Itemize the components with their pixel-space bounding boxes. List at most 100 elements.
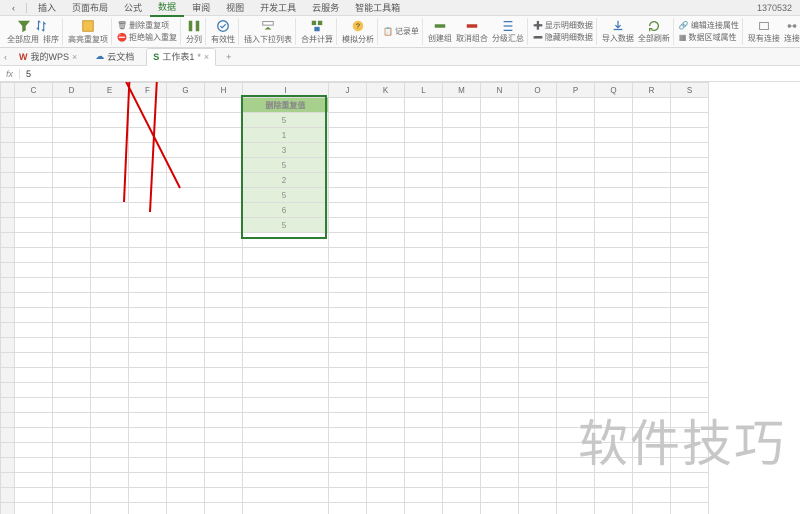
cell[interactable] [205, 113, 243, 128]
cell[interactable] [91, 443, 129, 458]
cell[interactable] [405, 203, 443, 218]
cell[interactable] [405, 263, 443, 278]
cell[interactable] [519, 338, 557, 353]
cell[interactable] [53, 503, 91, 514]
cell[interactable] [53, 323, 91, 338]
cell[interactable] [329, 353, 367, 368]
cell[interactable] [633, 428, 671, 443]
cell[interactable] [243, 338, 329, 353]
cell[interactable] [329, 488, 367, 503]
cell[interactable] [633, 308, 671, 323]
ribbon-grp-split[interactable]: 分列 [183, 18, 206, 45]
cell[interactable] [167, 368, 205, 383]
cell[interactable] [671, 443, 709, 458]
cell[interactable] [443, 413, 481, 428]
cell[interactable] [671, 218, 709, 233]
row-header[interactable] [1, 143, 15, 158]
cell[interactable] [671, 308, 709, 323]
cell[interactable] [91, 308, 129, 323]
col-header[interactable]: K [367, 83, 405, 98]
col-header[interactable]: G [167, 83, 205, 98]
cell[interactable] [243, 368, 329, 383]
cell[interactable] [671, 323, 709, 338]
ribbon-grp-highlight[interactable]: 高亮重复项 [65, 18, 112, 45]
cell[interactable] [243, 248, 329, 263]
cell[interactable] [671, 413, 709, 428]
cell[interactable]: 5 [243, 113, 329, 128]
cell[interactable] [671, 203, 709, 218]
cell[interactable] [367, 368, 405, 383]
cell[interactable] [167, 488, 205, 503]
cell[interactable] [15, 488, 53, 503]
col-header[interactable]: L [405, 83, 443, 98]
cell[interactable] [15, 278, 53, 293]
cell[interactable] [15, 158, 53, 173]
cell[interactable] [167, 233, 205, 248]
cell[interactable] [671, 428, 709, 443]
cell[interactable] [15, 188, 53, 203]
col-header[interactable]: S [671, 83, 709, 98]
cell[interactable] [91, 353, 129, 368]
cell[interactable] [481, 158, 519, 173]
cell[interactable] [557, 368, 595, 383]
cell[interactable] [519, 473, 557, 488]
row-header[interactable] [1, 368, 15, 383]
cell[interactable] [595, 143, 633, 158]
cell[interactable] [91, 323, 129, 338]
cell[interactable] [53, 278, 91, 293]
cell[interactable] [91, 248, 129, 263]
cell[interactable] [405, 503, 443, 514]
cell[interactable] [329, 368, 367, 383]
cell[interactable] [329, 233, 367, 248]
cell[interactable] [91, 263, 129, 278]
cell[interactable] [481, 143, 519, 158]
cell[interactable] [53, 383, 91, 398]
cell[interactable] [205, 248, 243, 263]
cell[interactable] [329, 323, 367, 338]
cell[interactable] [15, 233, 53, 248]
cell[interactable] [443, 308, 481, 323]
ribbon-grp-record[interactable]: 📋记录单 [380, 18, 423, 45]
cell[interactable] [367, 398, 405, 413]
cell[interactable] [167, 293, 205, 308]
cell[interactable] [519, 98, 557, 113]
cell[interactable] [595, 113, 633, 128]
cell[interactable] [91, 383, 129, 398]
cell[interactable] [205, 158, 243, 173]
cell[interactable] [53, 413, 91, 428]
cell[interactable] [443, 143, 481, 158]
cell[interactable] [91, 488, 129, 503]
cell[interactable] [367, 203, 405, 218]
cell[interactable] [671, 488, 709, 503]
cell[interactable] [443, 128, 481, 143]
cell[interactable] [167, 383, 205, 398]
cell[interactable] [557, 158, 595, 173]
cell[interactable] [557, 353, 595, 368]
cell[interactable] [129, 488, 167, 503]
cell[interactable] [481, 173, 519, 188]
cell[interactable] [329, 263, 367, 278]
cell[interactable] [405, 398, 443, 413]
cell[interactable] [481, 263, 519, 278]
cell[interactable] [367, 278, 405, 293]
cell[interactable] [405, 368, 443, 383]
ribbon-grp-dropdown[interactable]: 插入下拉列表 [241, 18, 296, 45]
cell[interactable] [519, 128, 557, 143]
cell[interactable] [405, 128, 443, 143]
cell[interactable] [595, 353, 633, 368]
cell[interactable] [405, 308, 443, 323]
cell[interactable] [129, 383, 167, 398]
cell[interactable] [15, 458, 53, 473]
cell[interactable] [557, 338, 595, 353]
cell[interactable] [519, 173, 557, 188]
cell[interactable] [443, 188, 481, 203]
cell[interactable] [595, 443, 633, 458]
cell[interactable] [167, 248, 205, 263]
cell[interactable] [167, 338, 205, 353]
cell[interactable] [557, 428, 595, 443]
cell[interactable] [481, 218, 519, 233]
cell[interactable] [519, 248, 557, 263]
cell[interactable] [53, 158, 91, 173]
cell[interactable] [671, 458, 709, 473]
cell[interactable] [53, 263, 91, 278]
